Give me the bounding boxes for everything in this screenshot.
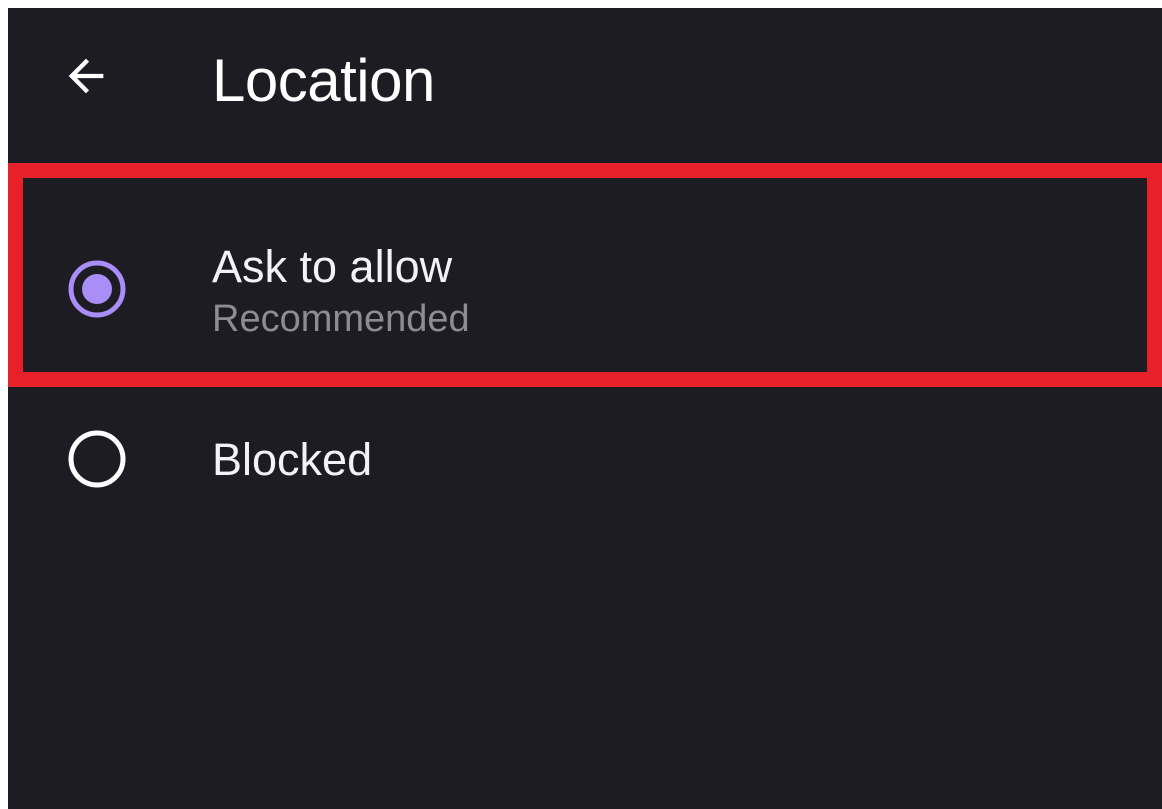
location-settings-screen: Location Ask to allow Recommended Blocke… [8, 8, 1162, 809]
back-button[interactable] [50, 40, 122, 112]
option-sublabel: Recommended [212, 298, 470, 340]
option-label: Blocked [212, 434, 373, 485]
radio-checked-icon[interactable] [66, 258, 128, 320]
option-blocked[interactable]: Blocked [8, 406, 1162, 516]
arrow-left-icon [68, 58, 104, 94]
radio-unchecked-icon[interactable] [66, 428, 128, 490]
top-app-bar: Location [8, 8, 1162, 158]
page-title: Location [212, 47, 435, 114]
option-ask-to-allow[interactable]: Ask to allow Recommended [8, 173, 1162, 378]
option-label: Ask to allow [212, 241, 453, 292]
